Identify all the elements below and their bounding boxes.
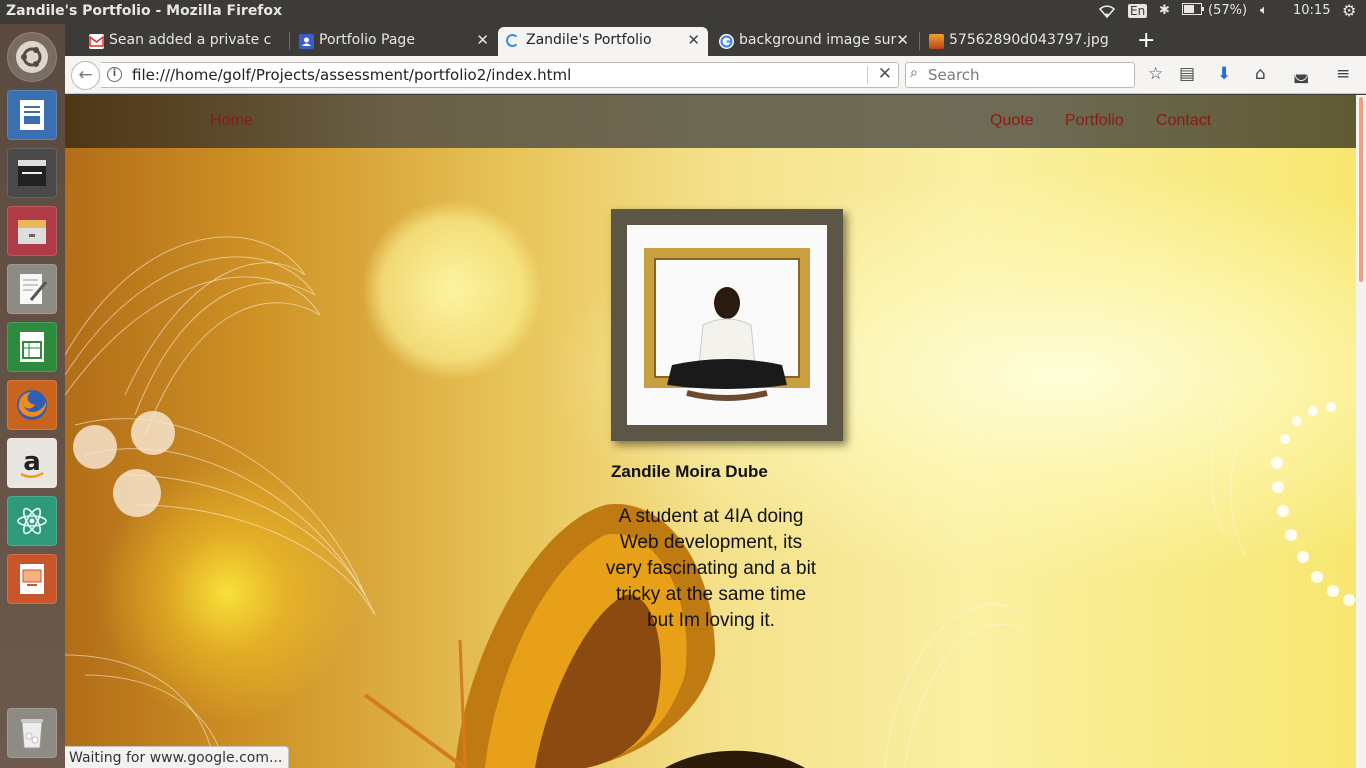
loading-spinner-icon (506, 34, 519, 47)
nav-home-link[interactable]: Home (210, 112, 253, 130)
downloads-icon[interactable]: ⬇ (1217, 64, 1231, 84)
info-icon[interactable]: i (107, 67, 122, 82)
google-icon (719, 34, 734, 49)
page-viewport: Home Quote Portfolio Contact Zandile Moi… (65, 95, 1356, 768)
site-navigation: Home Quote Portfolio Contact (65, 95, 1356, 148)
new-tab-button[interactable]: + (1137, 28, 1155, 53)
tab-label: Zandile's Portfolio (526, 32, 652, 48)
video-editor-icon[interactable] (7, 148, 57, 198)
profile-photo-frame (611, 209, 843, 441)
tab-label: 57562890d043797.jpg (949, 32, 1109, 48)
tab-gmail[interactable]: Sean added a private c (81, 27, 287, 56)
battery-percentage: (57%) (1208, 3, 1248, 18)
wifi-icon[interactable] (1098, 3, 1116, 23)
libreoffice-impress-icon[interactable] (7, 554, 57, 604)
tab-strip: Sean added a private c Portfolio Page ✕ … (65, 24, 1366, 56)
volume-icon[interactable]: 🔈︎ (1260, 3, 1268, 18)
tab-separator (289, 32, 290, 50)
clock[interactable]: 10:15 (1293, 3, 1330, 18)
search-box[interactable]: ⌕ (905, 62, 1135, 88)
tab-label: Portfolio Page (319, 32, 415, 48)
status-bar: Waiting for www.google.com... (65, 746, 290, 768)
tab-separator (919, 32, 920, 50)
trash-icon[interactable] (7, 708, 57, 758)
search-icon: ⌕ (910, 65, 918, 81)
libreoffice-writer-icon[interactable] (7, 90, 57, 140)
text-editor-icon[interactable] (7, 264, 57, 314)
url-text[interactable]: file:///home/golf/Projects/assessment/po… (132, 66, 571, 84)
gmail-icon (89, 34, 104, 49)
ubuntu-dash-icon[interactable] (7, 32, 57, 82)
profile-photo (627, 225, 827, 425)
bookmark-star-icon[interactable]: ☆ (1148, 64, 1163, 84)
file-archive-icon[interactable] (7, 206, 57, 256)
pocket-icon[interactable]: ◛ (1293, 64, 1310, 84)
bluetooth-icon[interactable]: ✱ (1159, 3, 1170, 18)
navigation-toolbar: ← i file:///home/golf/Projects/assessmen… (65, 56, 1366, 94)
libreoffice-calc-icon[interactable] (7, 322, 57, 372)
firefox-icon[interactable] (7, 380, 57, 430)
system-top-bar: Zandile's Portfolio - Mozilla Firefox En… (0, 0, 1366, 24)
keyboard-layout-indicator[interactable]: En (1128, 4, 1148, 18)
profile-name: Zandile Moira Dube (611, 462, 768, 481)
close-tab-icon[interactable]: ✕ (687, 31, 700, 49)
close-tab-icon[interactable]: ✕ (476, 31, 489, 49)
profile-bio: A student at 4IA doing Web development, … (605, 506, 817, 631)
search-input[interactable] (928, 66, 1128, 84)
window-title: Zandile's Portfolio - Mozilla Firefox (6, 3, 283, 19)
amazon-icon[interactable]: a (7, 438, 57, 488)
scrollbar-thumb[interactable] (1359, 97, 1363, 282)
home-icon[interactable]: ⌂ (1255, 64, 1266, 84)
svg-text:a: a (23, 447, 41, 477)
launcher: a (0, 24, 65, 768)
nav-portfolio-link[interactable]: Portfolio (1065, 112, 1124, 130)
image-icon (929, 34, 944, 49)
battery-icon[interactable] (1182, 3, 1204, 18)
tab-zandiles-portfolio[interactable]: Zandile's Portfolio ✕ (498, 27, 708, 56)
url-divider (867, 66, 868, 84)
tab-portfolio-page[interactable]: Portfolio Page ✕ (291, 27, 497, 56)
stop-loading-icon[interactable]: ✕ (878, 64, 892, 84)
nav-contact-link[interactable]: Contact (1156, 112, 1211, 130)
reading-list-icon[interactable]: ▤ (1179, 64, 1195, 84)
menu-icon[interactable]: ≡ (1336, 64, 1350, 84)
url-bar[interactable]: i file:///home/golf/Projects/assessment/… (101, 62, 899, 88)
tab-google-search[interactable]: background image sur ✕ (711, 27, 917, 56)
settings-gear-icon[interactable]: ⚙ (1342, 1, 1356, 20)
atom-icon[interactable] (7, 496, 57, 546)
tab-label: background image sur (739, 32, 897, 48)
nav-quote-link[interactable]: Quote (990, 112, 1034, 130)
contacts-icon (299, 34, 314, 49)
tab-label: Sean added a private c (109, 32, 272, 48)
page-scrollbar[interactable] (1356, 95, 1366, 768)
tab-image[interactable]: 57562890d043797.jpg (921, 27, 1127, 56)
close-tab-icon[interactable]: ✕ (896, 31, 909, 49)
back-button[interactable]: ← (71, 61, 100, 90)
